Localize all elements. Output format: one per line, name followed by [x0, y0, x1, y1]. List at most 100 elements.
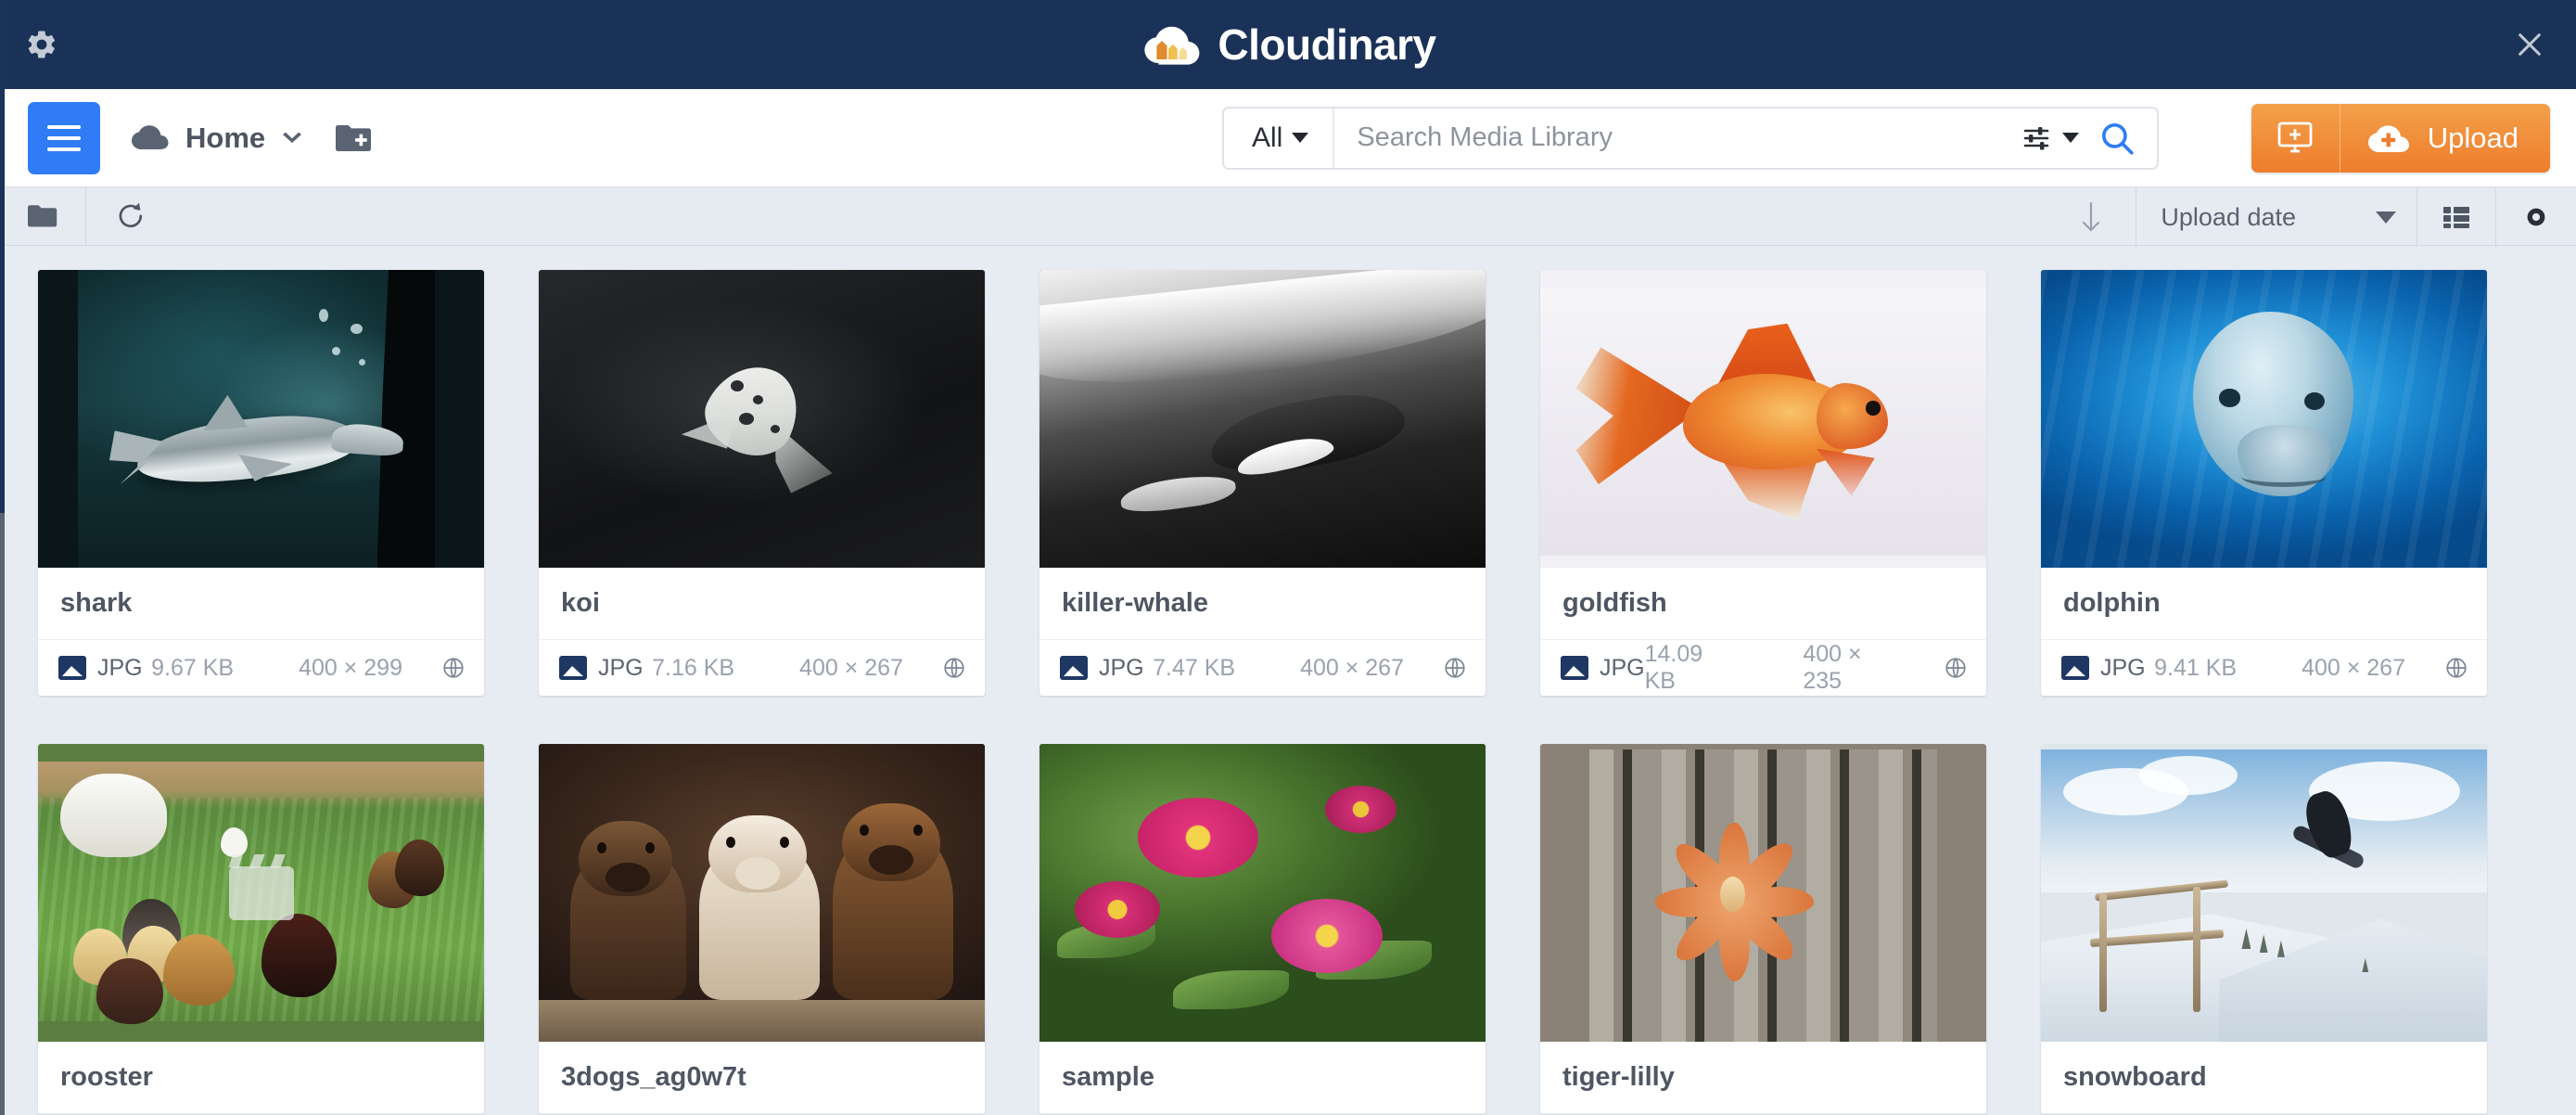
asset-title: killer-whale	[1062, 588, 1208, 618]
asset-meta-row: JPG 7.47 KB 400 × 267	[1039, 640, 1486, 696]
asset-thumbnail-3dogs[interactable]	[539, 744, 985, 1042]
advanced-search-button[interactable]	[2021, 122, 2079, 154]
asset-size: 14.09 KB	[1644, 641, 1703, 694]
thumb-layer	[2303, 391, 2325, 410]
asset-card[interactable]: 3dogs_ag0w7t	[539, 744, 985, 1114]
search-scope-dropdown[interactable]: All	[1224, 108, 1335, 168]
asset-title-row: killer-whale	[1039, 568, 1486, 640]
asset-dimensions: 400 × 267	[2302, 654, 2405, 681]
asset-title: koi	[561, 588, 600, 618]
asset-title: sample	[1062, 1062, 1154, 1092]
asset-card[interactable]: killer-whale JPG 7.47 KB 400 × 267	[1039, 270, 1486, 696]
image-icon	[1561, 656, 1588, 680]
cloud-plus-icon	[2367, 124, 2409, 152]
asset-thumbnail-goldfish[interactable]	[1540, 270, 1986, 568]
asset-format: JPG	[1600, 654, 1645, 681]
asset-card[interactable]: sample	[1039, 744, 1486, 1114]
asset-thumbnail-koi[interactable]	[539, 270, 985, 568]
caret-down-icon	[2062, 133, 2079, 143]
sort-field-dropdown[interactable]: Upload date	[2136, 187, 2417, 247]
asset-thumbnail-dolphin[interactable]	[2041, 270, 2487, 568]
asset-card[interactable]: dolphin JPG 9.41 KB 400 × 267	[2041, 270, 2487, 696]
monitor-plus-icon	[2277, 122, 2313, 152]
asset-card[interactable]: tiger-lilly	[1540, 744, 1986, 1114]
navigation-bar: Home All Search Media Library Upload	[0, 89, 2576, 186]
asset-size: 7.47 KB	[1153, 654, 1236, 681]
upload-button[interactable]: Upload	[2340, 103, 2550, 173]
chevron-down-icon	[283, 132, 302, 143]
asset-meta-row: JPG 14.09 KB 400 × 235	[1540, 640, 1986, 696]
preview-toggle-button[interactable]	[2496, 187, 2576, 247]
thumb-layer	[726, 836, 736, 848]
search-icon	[2101, 122, 2134, 155]
asset-card[interactable]: koi JPG 7.16 KB 400 × 267	[539, 270, 985, 696]
folder-plus-icon	[336, 124, 372, 151]
asset-title: tiger-lilly	[1562, 1062, 1675, 1092]
thumb-layer	[96, 958, 163, 1024]
asset-size: 9.41 KB	[2154, 654, 2238, 681]
folder-view-button[interactable]	[0, 186, 85, 246]
asset-thumbnail-tiger-lilly[interactable]	[1540, 744, 1986, 1042]
thumb-layer	[350, 323, 363, 334]
hamburger-icon-line	[47, 135, 81, 140]
asset-meta-row: JPG 9.41 KB 400 × 267	[2041, 640, 2487, 696]
breadcrumb[interactable]: Home	[130, 122, 304, 155]
asset-card[interactable]: rooster	[38, 744, 484, 1114]
refresh-button[interactable]	[86, 186, 175, 246]
asset-card[interactable]: goldfish JPG 14.09 KB 400 × 235	[1540, 270, 1986, 696]
asset-card[interactable]: shark JPG 9.67 KB 400 × 299	[38, 270, 484, 696]
asset-title-row: rooster	[38, 1042, 484, 1114]
cloudinary-cloud-logo-icon	[1144, 26, 1200, 65]
asset-thumbnail-snowboard[interactable]	[2041, 744, 2487, 1042]
globe-icon[interactable]	[2444, 656, 2468, 680]
thumb-layer	[2219, 389, 2240, 407]
search-input[interactable]	[1334, 108, 2021, 168]
asset-title-row: koi	[539, 568, 985, 640]
asset-title-row: dolphin	[2041, 568, 2487, 640]
thumb-layer	[1324, 785, 1396, 834]
new-folder-button[interactable]	[334, 122, 373, 154]
globe-icon[interactable]	[441, 656, 465, 680]
asset-title-row: sample	[1039, 1042, 1486, 1114]
asset-format: JPG	[97, 654, 143, 681]
close-button[interactable]	[2504, 19, 2556, 70]
list-view-button[interactable]	[2417, 187, 2495, 247]
window-border	[0, 0, 5, 1115]
search-submit-button[interactable]	[2098, 119, 2136, 158]
asset-dimensions: 400 × 267	[1300, 654, 1404, 681]
asset-dimensions: 400 × 299	[299, 654, 402, 681]
thumb-layer	[394, 839, 444, 896]
sort-direction-button[interactable]	[2047, 187, 2136, 247]
asset-thumbnail-sample[interactable]	[1039, 744, 1486, 1042]
asset-toolbar: Upload date	[0, 186, 2576, 247]
close-icon	[2519, 33, 2541, 56]
globe-icon[interactable]	[1443, 656, 1467, 680]
asset-thumbnail-shark[interactable]	[38, 270, 484, 568]
thumb-layer	[2098, 892, 2107, 1012]
asset-thumbnail-killer-whale[interactable]	[1039, 270, 1486, 568]
globe-icon[interactable]	[942, 656, 966, 680]
globe-icon[interactable]	[1944, 656, 1968, 680]
list-view-icon	[2443, 207, 2469, 228]
sidebar-toggle-button[interactable]	[28, 101, 100, 174]
asset-card[interactable]: snowboard	[2041, 744, 2487, 1114]
asset-title-row: 3dogs_ag0w7t	[539, 1042, 985, 1114]
create-asset-button[interactable]	[2251, 103, 2340, 173]
thumb-layer	[1719, 876, 1746, 913]
arrow-down-icon	[2083, 201, 2100, 232]
thumb-layer	[1137, 797, 1258, 878]
asset-thumbnail-rooster[interactable]	[38, 744, 484, 1042]
thumb-layer	[1629, 798, 1826, 982]
thumb-layer	[1075, 880, 1160, 938]
settings-button[interactable]	[17, 19, 67, 70]
thumb-layer	[779, 836, 789, 848]
thumb-layer	[596, 841, 606, 853]
asset-size: 7.16 KB	[652, 654, 735, 681]
thumb-layer	[221, 827, 249, 857]
thumb-layer	[771, 424, 781, 433]
asset-title: 3dogs_ag0w7t	[561, 1062, 746, 1092]
asset-grid-area[interactable]: shark JPG 9.67 KB 400 × 299 koi JPG 7.16…	[0, 246, 2576, 1115]
thumb-layer	[1271, 898, 1384, 974]
image-icon	[559, 656, 587, 680]
thumb-layer	[1866, 401, 1881, 416]
